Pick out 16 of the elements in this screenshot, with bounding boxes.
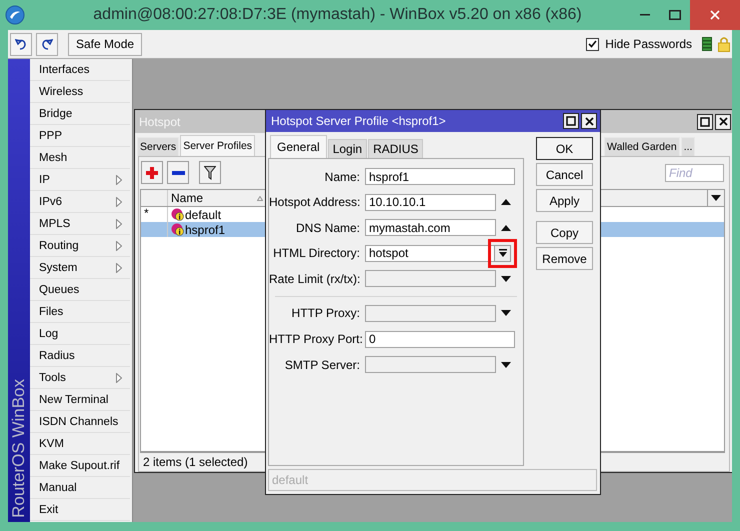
field-label: SMTP Server:: [284, 358, 361, 372]
field-label: HTTP Proxy:: [290, 306, 361, 320]
field-label: HTTP Proxy Port:: [269, 332, 364, 346]
table-cell: hsprof1: [185, 222, 226, 236]
brand-label: RouterOS WinBox: [9, 379, 29, 518]
dialog-title: Hotspot Server Profile <hsprof1>: [271, 114, 446, 128]
default-marker: *: [144, 206, 149, 220]
field-label: Name:: [324, 170, 361, 184]
table-cell: default: [185, 208, 222, 222]
field-label: DNS Name:: [294, 220, 361, 235]
status-text: 2 items (1 selected): [143, 455, 248, 469]
window-title: admin@08:00:27:08:D7:3E (mymastah) - WinBox v5.20 on x86 (x86): [93, 6, 582, 24]
field-label: Hotspot Address:: [269, 195, 362, 210]
status-text: default: [272, 473, 308, 487]
field-label: Rate Limit (rx/tx):: [269, 272, 362, 286]
field-label: HTML Directory:: [272, 246, 361, 260]
